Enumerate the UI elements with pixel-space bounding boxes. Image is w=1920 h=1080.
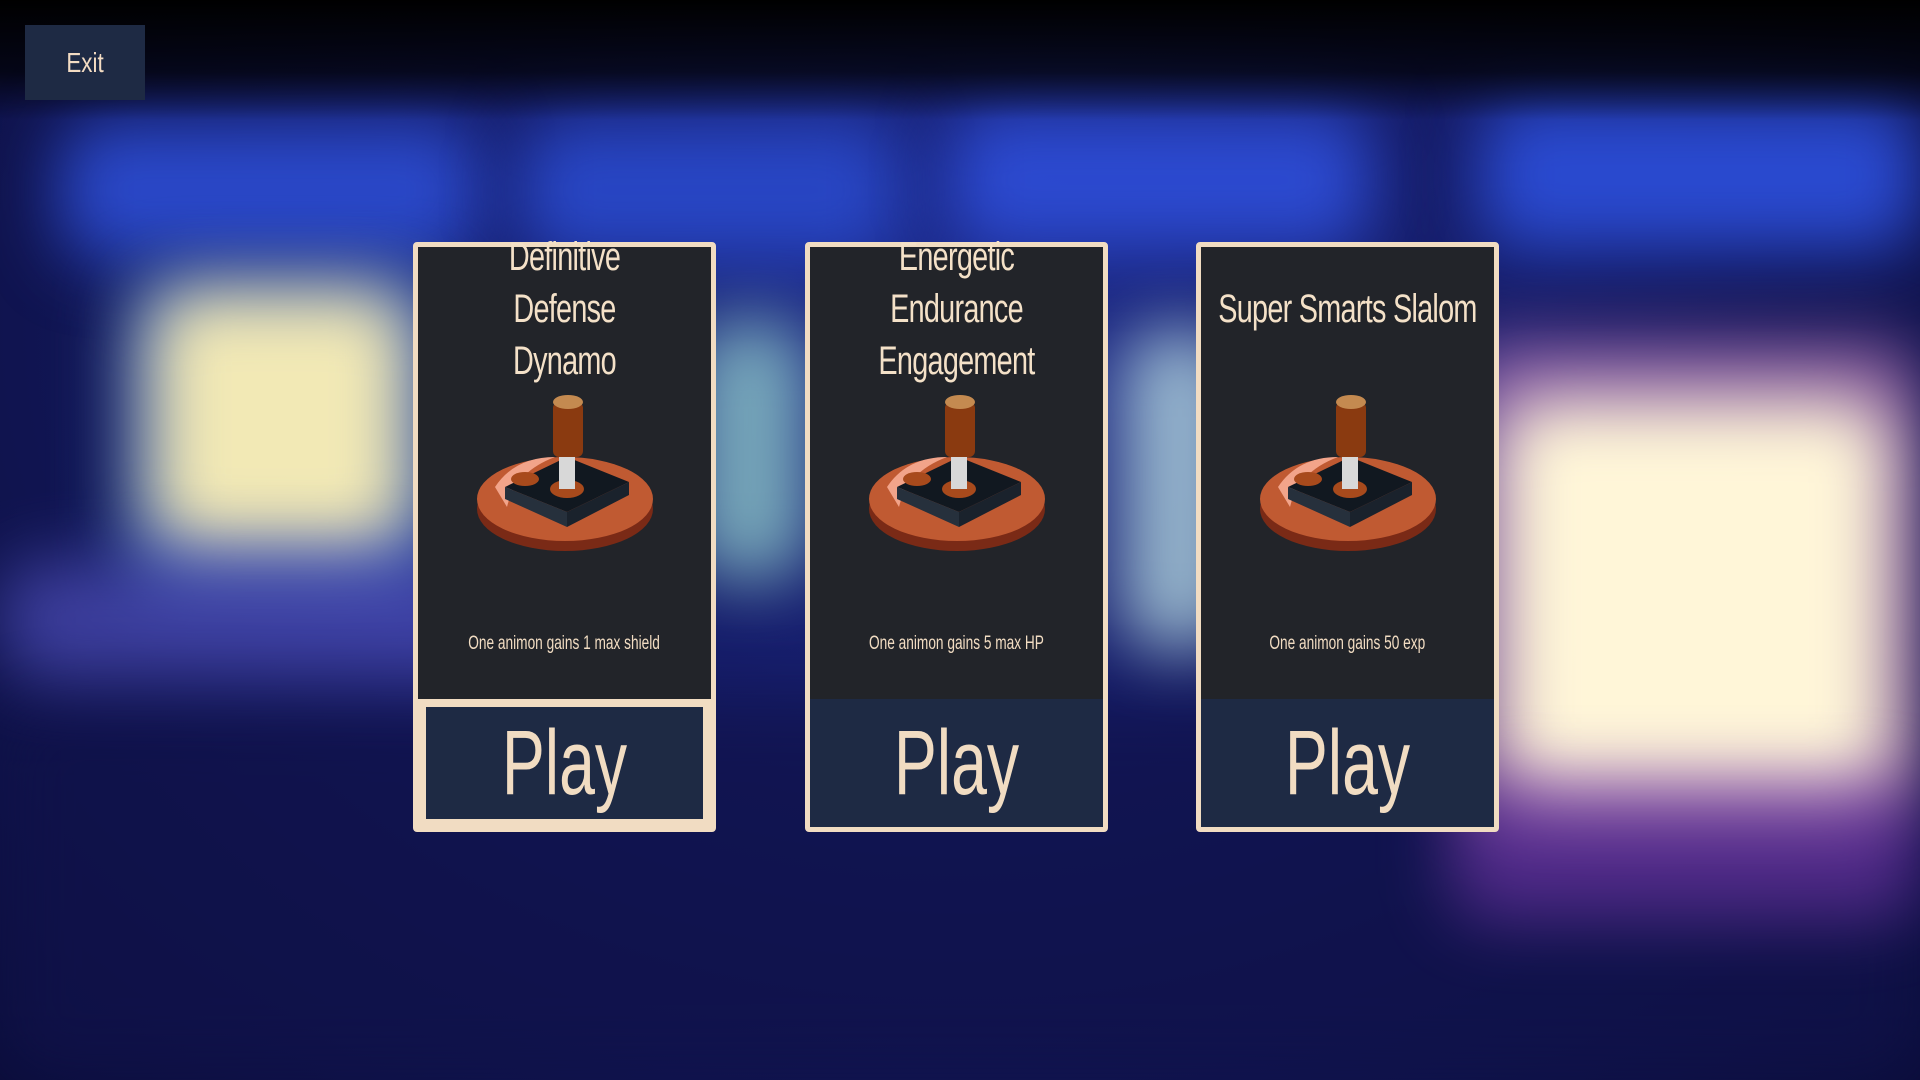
card-description: One animon gains 50 exp: [1269, 633, 1426, 654]
play-button[interactable]: Play: [810, 699, 1103, 827]
card-description: One animon gains 5 max HP: [869, 633, 1044, 654]
minigame-card-defense: Definitive Defense Dynamo One animon gai…: [413, 235, 716, 832]
play-button[interactable]: Play: [418, 699, 711, 827]
play-button[interactable]: Play: [1201, 699, 1494, 827]
card-title: Energetic Endurance Engagement: [878, 235, 1035, 383]
minigame-card-endurance: Energetic Endurance Engagement One animo…: [805, 235, 1108, 832]
exit-label: Exit: [66, 46, 104, 78]
minigame-card-smarts: Super Smarts Slalom One animon gains 50 …: [1196, 242, 1499, 832]
card-description: One animon gains 1 max shield: [468, 633, 661, 654]
exit-button[interactable]: Exit: [25, 25, 145, 100]
joystick-icon: [477, 395, 653, 551]
joystick-icon: [869, 395, 1045, 551]
card-title: Super Smarts Slalom: [1218, 287, 1477, 331]
joystick-icon: [1260, 395, 1436, 551]
card-title: Definitive Defense Dynamo: [508, 235, 621, 383]
